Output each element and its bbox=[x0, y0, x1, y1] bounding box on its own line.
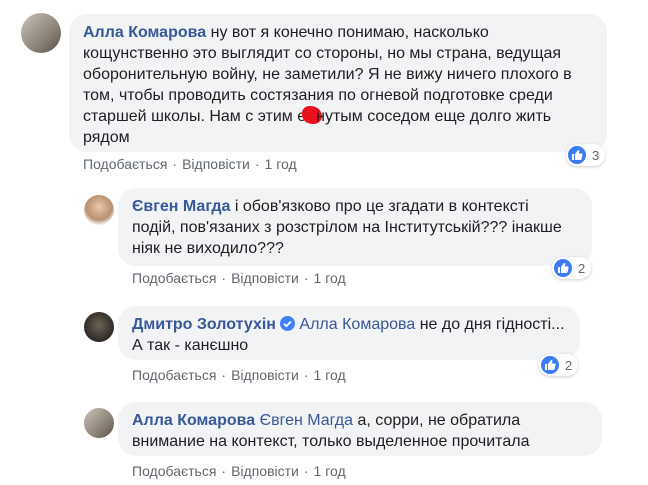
comment-text: подій, пов'язаних з розстрілом на Інстит… bbox=[132, 219, 562, 236]
timestamp[interactable]: 1 год bbox=[314, 463, 346, 479]
reply-button[interactable]: Відповісти bbox=[231, 367, 299, 383]
comment-actions: Подобається · Відповісти · 1 год bbox=[132, 463, 346, 479]
like-icon bbox=[554, 259, 572, 277]
timestamp[interactable]: 1 год bbox=[314, 367, 346, 383]
comment-text: том, чтобы проводить состязания по огнев… bbox=[83, 87, 553, 104]
like-icon bbox=[541, 356, 559, 374]
reaction-number: 2 bbox=[565, 357, 573, 373]
comment-bubble: Алла Комарова Євген Магда а, сорри, не о… bbox=[118, 402, 602, 456]
like-button[interactable]: Подобається bbox=[132, 367, 216, 383]
verified-badge-icon bbox=[279, 316, 295, 331]
comment-actions: Подобається · Відповісти · 1 год bbox=[83, 156, 297, 172]
comment-bubble: Євген Магда і обов'язково про це згадати… bbox=[118, 188, 592, 266]
like-icon bbox=[568, 146, 586, 164]
reply-button[interactable]: Відповісти bbox=[182, 156, 250, 172]
comment-author[interactable]: Алла Комарова bbox=[83, 24, 206, 41]
comment-text: А так - канєшно bbox=[132, 337, 249, 354]
avatar[interactable] bbox=[21, 13, 61, 53]
comment-text: і обов'язково про це згадати в контексті bbox=[230, 198, 529, 215]
separator: · bbox=[221, 463, 227, 479]
mention-link[interactable]: Алла Комарова bbox=[299, 316, 415, 333]
comment-bubble: Дмитро Золотухін Алла Комарова не до дня… bbox=[118, 306, 580, 360]
comment-text: кощунственно это выглядит со стороны, но… bbox=[83, 45, 562, 62]
reaction-number: 2 bbox=[578, 260, 586, 276]
separator: · bbox=[303, 367, 309, 383]
comment-text: старшей школы. Нам с этим е bbox=[83, 108, 307, 125]
mention-link[interactable]: Євген Магда bbox=[260, 412, 353, 429]
comment-text: а, сорри, не обратила bbox=[353, 412, 521, 429]
separator: · bbox=[221, 270, 227, 286]
timestamp[interactable]: 1 год bbox=[314, 270, 346, 286]
like-button[interactable]: Подобається bbox=[132, 463, 216, 479]
comment-actions: Подобається · Відповісти · 1 год bbox=[132, 367, 346, 383]
comment-text: оборонительную войну, не заметили? Я не … bbox=[83, 66, 572, 83]
avatar[interactable] bbox=[84, 408, 114, 438]
like-button[interactable]: Подобається bbox=[83, 156, 167, 172]
comment-text: ну вот я конечно понимаю, насколько bbox=[206, 24, 489, 41]
reply-button[interactable]: Відповісти bbox=[231, 270, 299, 286]
comment-text: ніяк не виходило??? bbox=[132, 240, 284, 257]
separator: · bbox=[172, 156, 178, 172]
like-button[interactable]: Подобається bbox=[132, 270, 216, 286]
comment-author[interactable]: Євген Магда bbox=[132, 198, 230, 215]
comment-actions: Подобається · Відповісти · 1 год bbox=[132, 270, 346, 286]
reaction-number: 3 bbox=[592, 147, 600, 163]
separator: · bbox=[303, 463, 309, 479]
avatar[interactable] bbox=[84, 195, 114, 225]
comment-text: рядом bbox=[83, 129, 130, 146]
separator: · bbox=[221, 367, 227, 383]
reply-button[interactable]: Відповісти bbox=[231, 463, 299, 479]
comment-bubble: Алла Комарова ну вот я конечно понимаю, … bbox=[69, 14, 607, 152]
avatar[interactable] bbox=[84, 312, 114, 342]
comment-author[interactable]: Алла Комарова bbox=[132, 412, 255, 429]
reaction-count[interactable]: 3 bbox=[566, 144, 606, 166]
separator: · bbox=[254, 156, 260, 172]
comment-text: нутым соседом еще долго жить bbox=[316, 108, 552, 125]
comment-text: не до дня гідності... bbox=[415, 316, 565, 333]
comment-text: внимание на контекст, только выделенное … bbox=[132, 433, 530, 450]
reaction-count[interactable]: 2 bbox=[552, 257, 592, 279]
timestamp[interactable]: 1 год bbox=[265, 156, 297, 172]
reaction-count[interactable]: 2 bbox=[539, 354, 579, 376]
separator: · bbox=[303, 270, 309, 286]
comment-author[interactable]: Дмитро Золотухін bbox=[132, 316, 276, 333]
